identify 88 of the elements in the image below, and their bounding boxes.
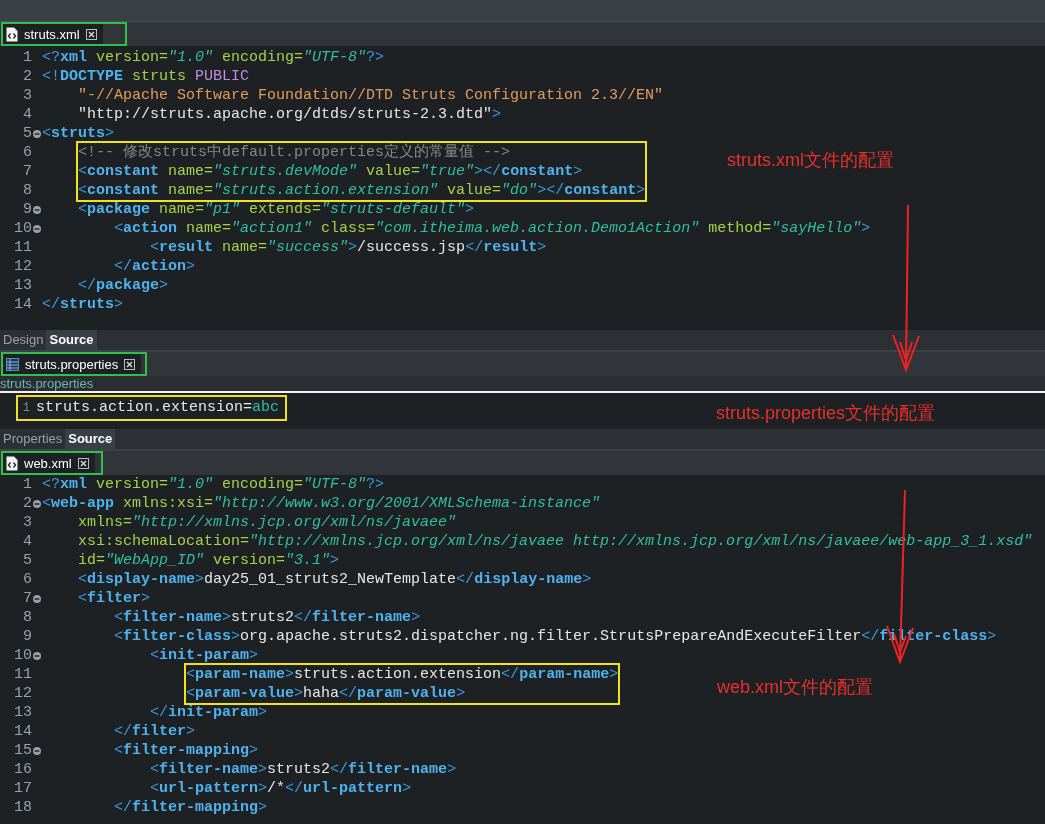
fold-icon[interactable] (33, 205, 41, 214)
code-line: </init-param> (149, 703, 268, 722)
breadcrumb: struts.properties (0, 376, 1045, 393)
code-line: <constant name="struts.action.extension" value="do"></constant> (78, 181, 646, 200)
file-tab[interactable]: struts.xml (3, 24, 103, 44)
fold-icon[interactable] (33, 746, 41, 755)
line-number: 14 (13, 295, 32, 314)
view-tab[interactable]: Source (46, 330, 97, 350)
fold-icon[interactable] (33, 224, 41, 233)
line-number: 9 (22, 200, 32, 219)
line-number: 1 (22, 48, 32, 67)
code-line: <filter-name>struts2</filter-name> (113, 608, 421, 627)
code-line: <struts> (42, 124, 115, 143)
code-line: </struts> (42, 295, 124, 314)
line-number: 7 (22, 162, 32, 181)
line-number: 8 (22, 181, 32, 200)
code-line: <url-pattern>/*</url-pattern> (149, 779, 412, 798)
line-number: 14 (13, 722, 32, 741)
view-tab[interactable]: Source (65, 429, 116, 449)
xml-file-icon (6, 26, 18, 42)
code-line: xmlns="http://xmlns.jcp.org/xml/ns/javaee" (77, 513, 457, 532)
view-tab[interactable]: Properties (0, 429, 66, 449)
code-line: <param-value>haha</param-value> (186, 684, 467, 703)
code-line: <filter-mapping> (113, 741, 259, 760)
line-number: 6 (22, 143, 32, 162)
code-line: "-//Apache Software Foundation//DTD Struts Configuration 2.3//EN" (77, 86, 664, 105)
line-number: 13 (13, 703, 32, 722)
code-line: <!DOCTYPE struts PUBLIC (42, 67, 250, 86)
annotation-label: struts.xml文件的配置 (727, 149, 894, 172)
line-number: 3 (22, 86, 32, 105)
code-line: "http://struts.apache.org/dtds/struts-2.3.dtd"> (77, 105, 502, 124)
line-number: 11 (13, 665, 32, 684)
code-line: id="WebApp_ID" version="3.1"> (77, 551, 340, 570)
fold-icon[interactable] (33, 499, 41, 508)
line-number: 12 (13, 257, 32, 276)
line-number: 16 (13, 760, 32, 779)
line-number: 10 (13, 646, 32, 665)
code-line: <!-- 修改struts中default.properties定义的常量值 --> (78, 143, 512, 162)
file-tab[interactable]: web.xml (3, 453, 95, 473)
line-number: 5 (22, 124, 32, 143)
code-line: <web-app xmlns:xsi="http://www.w3.org/2001/XMLSchema-instance" (42, 494, 601, 513)
close-icon[interactable] (85, 28, 97, 40)
close-icon[interactable] (124, 358, 136, 370)
line-number: 17 (13, 779, 32, 798)
line-number: 8 (22, 608, 32, 627)
annotation-label: struts.properties文件的配置 (716, 402, 936, 425)
line-number: 9 (22, 627, 32, 646)
line-number: 7 (22, 589, 32, 608)
line-number: 6 (22, 570, 32, 589)
code-line: <filter> (77, 589, 151, 608)
code-line: <?xml version="1.0" encoding="UTF-8"?> (42, 475, 385, 494)
code-line: <package name="p1" extends="struts-default"> (77, 200, 475, 219)
line-number: 4 (22, 532, 32, 551)
line-number: 1 (21, 399, 30, 417)
fold-icon[interactable] (33, 651, 41, 660)
table-file-icon (6, 357, 19, 371)
line-number: 11 (13, 238, 32, 257)
code-line: struts.action.extension=abc (36, 398, 280, 418)
code-line: <result name="success">/success.jsp</result> (149, 238, 547, 257)
code-line: </filter> (113, 722, 196, 741)
fold-icon[interactable] (33, 594, 41, 603)
line-number: 10 (13, 219, 32, 238)
line-number: 3 (22, 513, 32, 532)
line-number: 1 (22, 475, 32, 494)
annotation-label: web.xml文件的配置 (717, 676, 873, 699)
line-number: 15 (13, 741, 32, 760)
file-tab[interactable]: struts.properties (3, 354, 142, 374)
code-line: <filter-name>struts2</filter-name> (149, 760, 457, 779)
line-number: 5 (22, 551, 32, 570)
line-number: 2 (22, 494, 32, 513)
code-line: </filter-mapping> (113, 798, 268, 817)
line-number: 18 (13, 798, 32, 817)
code-line: </package> (77, 276, 169, 295)
line-number: 12 (13, 684, 32, 703)
code-line: <constant name="struts.devMode" value="true"></constant> (78, 162, 584, 181)
line-number: 2 (22, 67, 32, 86)
close-icon[interactable] (77, 457, 89, 469)
code-line: <display-name>day25_01_struts2_NewTemplate</display-name> (77, 570, 592, 589)
code-line: <action name="action1" class="com.itheima.web.action.Demo1Action" method="sayHello"> (113, 219, 871, 238)
fold-icon[interactable] (33, 129, 41, 138)
code-line: <init-param> (149, 646, 259, 665)
line-number: 4 (22, 105, 32, 124)
xml-file-icon (6, 455, 18, 471)
code-line: </action> (113, 257, 196, 276)
line-number: 13 (13, 276, 32, 295)
code-line: <param-name>struts.action.extension</param-name> (186, 665, 619, 684)
code-line: <?xml version="1.0" encoding="UTF-8"?> (42, 48, 385, 67)
view-tab[interactable]: Design (0, 330, 47, 350)
